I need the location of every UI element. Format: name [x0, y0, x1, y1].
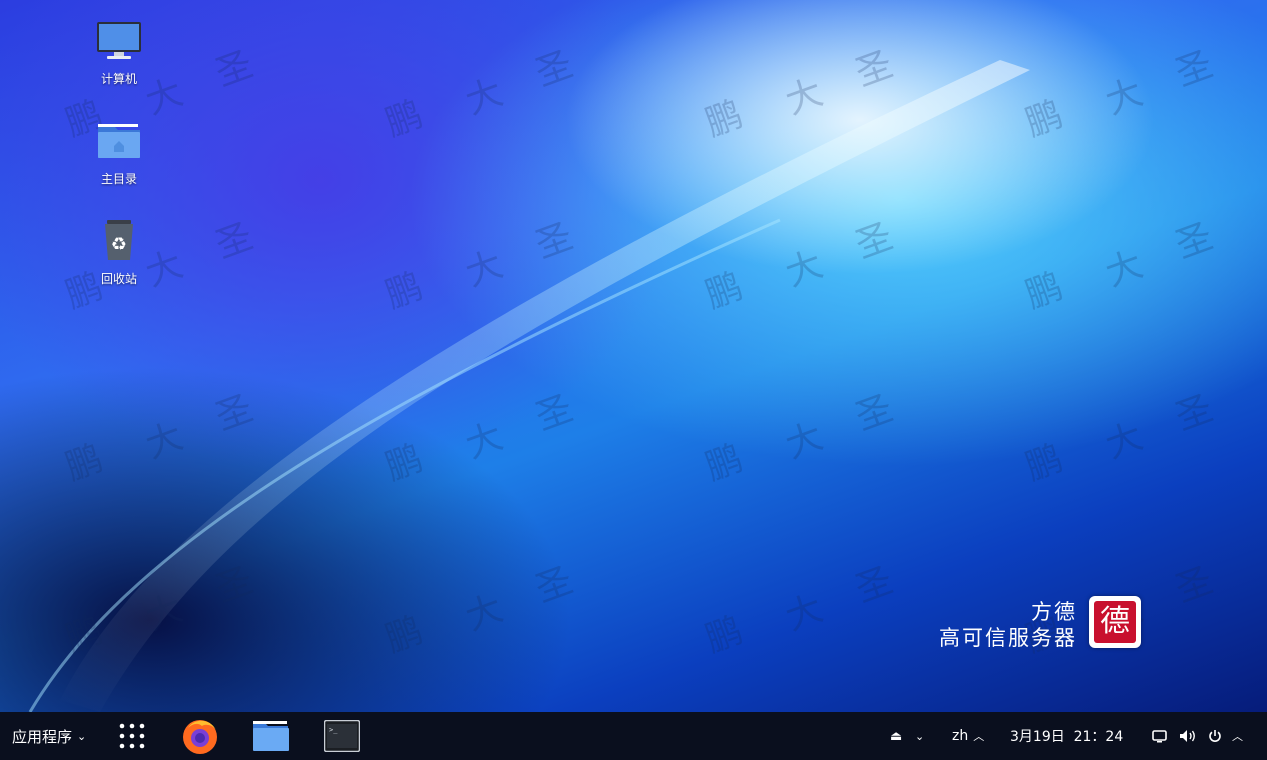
brand-logo: 方德 高可信服务器 德 — [928, 596, 1143, 654]
firefox-launcher[interactable] — [180, 712, 220, 760]
system-menu-chevron[interactable]: ︿ — [1232, 712, 1243, 760]
firefox-icon — [183, 720, 217, 754]
desktop-icon-label: 计算机 — [100, 72, 137, 86]
language-indicator[interactable]: zh ︿ — [952, 712, 984, 760]
svg-text:>_: >_ — [329, 726, 338, 734]
logo-line-2: 高可信服务器 — [939, 626, 1077, 650]
desktop-icon-trash[interactable]: ♻ 回收站 — [79, 218, 159, 287]
eject-icon: ⏏ — [890, 728, 903, 744]
show-apps-button[interactable] — [118, 712, 146, 760]
desktop-icon-computer[interactable]: 计算机 — [79, 20, 159, 87]
power-button[interactable] — [1208, 712, 1222, 760]
home-folder-icon — [98, 124, 140, 158]
chevron-down-icon: ⌄ — [77, 729, 87, 743]
taskbar: 应用程序 ⌄ >_ ⏏ ⌄ zh ︿ 3月19日 21：24 ︿ — [0, 712, 1267, 760]
logo-seal-char: 德 — [1094, 601, 1136, 643]
volume-button[interactable] — [1179, 712, 1197, 760]
svg-text:♻: ♻ — [111, 234, 127, 255]
chevron-down-icon: ⌄ — [915, 729, 925, 743]
terminal-launcher[interactable]: >_ — [324, 712, 360, 760]
trash-icon: ♻ — [105, 220, 133, 260]
desktop-icon-label: 回收站 — [100, 272, 137, 286]
power-icon — [1209, 730, 1221, 742]
chevron-up-icon: ︿ — [1232, 730, 1243, 743]
terminal-icon: >_ — [324, 720, 360, 752]
grid-icon — [119, 723, 145, 749]
volume-icon — [1180, 730, 1195, 742]
language-label: zh — [952, 728, 969, 744]
computer-icon — [97, 22, 141, 59]
clock[interactable]: 3月19日 21：24 — [1010, 712, 1123, 760]
desktop-icon-home[interactable]: 主目录 — [79, 120, 159, 187]
applications-menu-button[interactable]: 应用程序 ⌄ — [12, 712, 86, 760]
folder-icon — [253, 721, 289, 751]
applications-menu-label: 应用程序 — [12, 727, 73, 746]
display-button[interactable] — [1152, 712, 1167, 760]
eject-menu-chevron[interactable]: ⌄ — [915, 712, 924, 760]
clock-label: 3月19日 21：24 — [1010, 729, 1124, 745]
eject-button[interactable]: ⏏ — [890, 712, 902, 760]
logo-seal: 德 — [1089, 596, 1141, 648]
files-launcher[interactable] — [252, 712, 290, 760]
desktop-icon-label: 主目录 — [100, 172, 137, 186]
display-icon — [1152, 729, 1167, 742]
chevron-up-icon: ︿ — [973, 730, 985, 743]
